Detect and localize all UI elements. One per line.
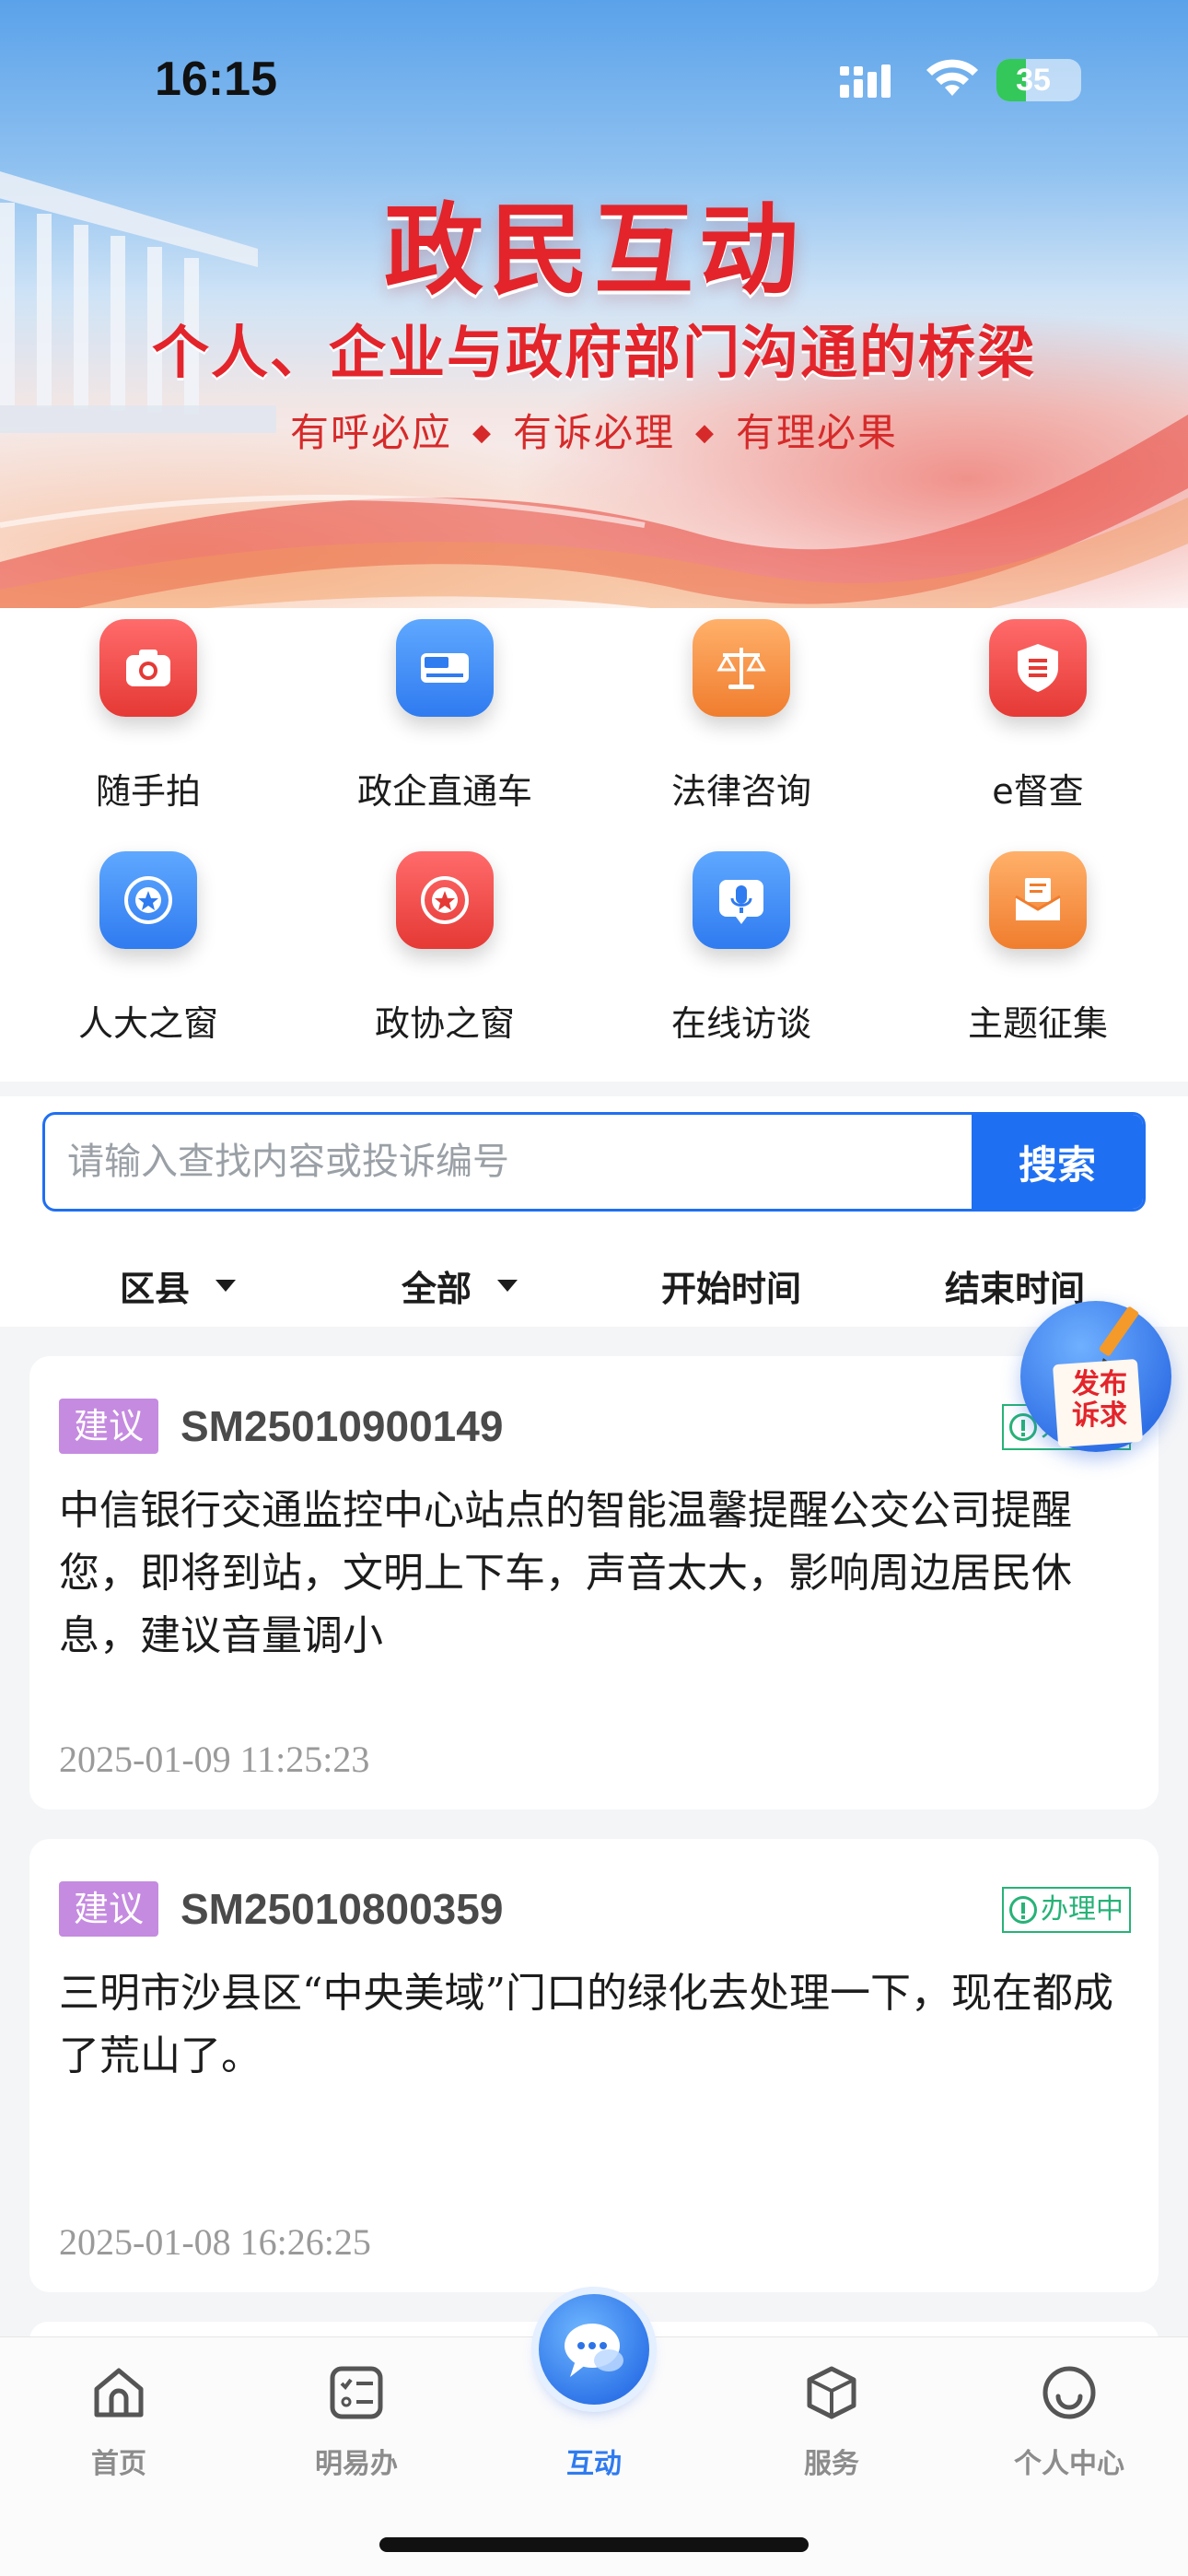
tab-label: 服务 (804, 2448, 859, 2480)
complaint-content: 三明市沙县区“中央美域”门口的绿化去处理一下，现在都成了荒山了。 (59, 1970, 1113, 2079)
interaction-tab-bubble[interactable] (539, 2294, 649, 2405)
supervise-shield-icon (989, 619, 1087, 717)
service-suishoupai[interactable]: 随手拍 (0, 608, 297, 838)
publish-request-button[interactable]: 发布 诉求 (1020, 1301, 1171, 1452)
list-item[interactable]: 建议 SM25010800359 办理中 三明市沙县区“中央美域”门口的绿化去处… (29, 1839, 1159, 2292)
battery-percent: 35 (1016, 63, 1051, 98)
chat-bubble-icon (565, 2324, 623, 2377)
complaint-id: SM25010800359 (181, 1885, 504, 1933)
cube-icon (807, 2366, 856, 2419)
smiley-icon (1042, 2366, 1096, 2419)
tab-home[interactable]: 首页 (0, 2337, 238, 2522)
service-grid: 随手拍 政企直通车 法律咨询 e督查 人大之窗 政协之窗 在线访谈 主题征集 (0, 608, 1188, 1082)
slogan-separator: ◆ (695, 419, 716, 447)
service-cppcc-window[interactable]: 政协之窗 (297, 840, 593, 1071)
wifi-icon (926, 59, 978, 96)
filter-category-label: 全部 (402, 1268, 472, 1309)
slogan-separator: ◆ (472, 419, 493, 447)
enterprise-bus-icon (396, 619, 494, 717)
caret-down-icon (497, 1279, 518, 1292)
filter-start-time-label: 开始时间 (661, 1268, 802, 1309)
filter-end-time-label: 结束时间 (945, 1268, 1086, 1309)
filter-category[interactable]: 全部 (402, 1258, 518, 1313)
complaint-id: SM25010900149 (181, 1402, 504, 1450)
home-indicator (379, 2537, 809, 2552)
envelope-icon (989, 851, 1087, 949)
home-icon (94, 2368, 144, 2418)
checklist-icon (330, 2366, 383, 2419)
slogan-2: 有诉必理 (512, 410, 675, 455)
service-label: 政企直通车 (356, 771, 532, 812)
service-online-interview[interactable]: 在线访谈 (593, 840, 890, 1071)
search-bar: 搜索 (42, 1112, 1146, 1212)
tab-label: 互动 (566, 2448, 622, 2480)
search-section: 搜索 区县 全部 开始时间 结束时间 (0, 1096, 1188, 1327)
page-title: 政民互动 (383, 193, 804, 309)
filter-start-time[interactable]: 开始时间 (661, 1258, 801, 1313)
search-button[interactable]: 搜索 (972, 1115, 1143, 1209)
service-label: 随手拍 (95, 771, 201, 812)
service-label: 主题征集 (967, 1003, 1108, 1044)
status-bar: 16:15 35 (0, 0, 1188, 157)
tab-label: 首页 (91, 2448, 146, 2480)
category-tag: 建议 (59, 1881, 158, 1937)
slogan-1: 有呼必应 (289, 410, 452, 455)
list-item[interactable]: 建议 SM25010900149 办理中 中信银行交通监控中心站点的智能温馨提醒… (29, 1356, 1159, 1809)
service-e-supervise[interactable]: e督查 (890, 608, 1186, 838)
service-topic-collection[interactable]: 主题征集 (890, 840, 1186, 1071)
service-zhengqi-zhitongche[interactable]: 政企直通车 (297, 608, 593, 838)
service-label: 法律咨询 (670, 771, 811, 812)
tab-mingyiban[interactable]: 明易办 (238, 2337, 475, 2522)
complaint-content: 中信银行交通监控中心站点的智能温馨提醒公交公司提醒您，即将到站，文明上下车，声音… (59, 1487, 1072, 1659)
filter-end-time[interactable]: 结束时间 (945, 1258, 1085, 1313)
scales-icon (693, 619, 790, 717)
fab-label-line2: 诉求 (1072, 1399, 1127, 1432)
fab-label: 发布 诉求 (1057, 1369, 1142, 1432)
filter-district-label: 区县 (120, 1268, 191, 1309)
service-label: 在线访谈 (670, 1003, 811, 1044)
hero-slogans: 有呼必应 ◆ 有诉必理 ◆ 有理必果 (0, 402, 1188, 458)
status-time: 16:15 (155, 53, 277, 106)
search-input[interactable] (45, 1115, 977, 1209)
filter-district[interactable]: 区县 (120, 1258, 237, 1313)
camera-icon (99, 619, 197, 717)
category-tag: 建议 (59, 1399, 158, 1454)
fab-label-line1: 发布 (1072, 1368, 1127, 1400)
national-emblem-icon (99, 851, 197, 949)
tab-label: 个人中心 (1014, 2448, 1124, 2480)
info-icon (1009, 1896, 1037, 1924)
tab-label: 明易办 (315, 2448, 398, 2480)
cellular-signal-icon (840, 64, 891, 98)
status-text: 办理中 (1041, 1893, 1124, 1926)
service-label: e督查 (992, 771, 1084, 812)
caret-down-icon (215, 1279, 237, 1292)
hero-banner: 16:15 35 政民互动 个人、企业与政府部门沟通的桥梁 有呼必应 ◆ 有诉必理 ◆… (0, 0, 1188, 645)
cppcc-emblem-icon (396, 851, 494, 949)
complaint-date: 2025-01-09 11:25:23 (59, 1739, 370, 1780)
service-npc-window[interactable]: 人大之窗 (0, 840, 297, 1071)
microphone-icon (693, 851, 790, 949)
service-label: 政协之窗 (374, 1003, 515, 1044)
tab-profile[interactable]: 个人中心 (950, 2337, 1188, 2522)
service-label: 人大之窗 (77, 1003, 218, 1044)
complaint-date: 2025-01-08 16:26:25 (59, 2221, 371, 2263)
battery-indicator: 35 (996, 59, 1081, 101)
slogan-3: 有理必果 (736, 410, 899, 455)
tab-services[interactable]: 服务 (713, 2337, 950, 2522)
hero-subtitle: 个人、企业与政府部门沟通的桥梁 (151, 319, 1036, 386)
service-legal-consulting[interactable]: 法律咨询 (593, 608, 890, 838)
status-badge: 办理中 (1002, 1887, 1131, 1933)
